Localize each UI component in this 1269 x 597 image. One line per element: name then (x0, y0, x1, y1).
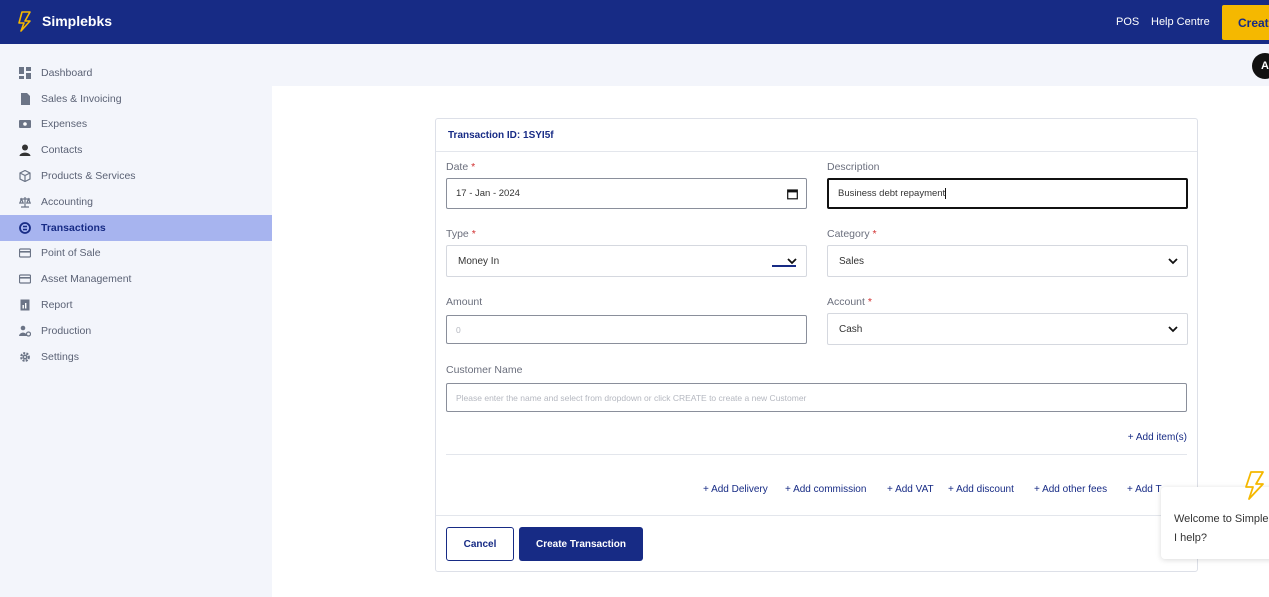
type-select[interactable]: Money In (446, 245, 807, 277)
sidebar-item-label: Production (41, 324, 92, 337)
box-icon (19, 170, 31, 183)
gear-icon (19, 351, 31, 363)
top-bar: Simplebks POS Help Centre Creat (0, 0, 1269, 44)
amount-label: Amount (446, 296, 483, 308)
category-select[interactable]: Sales (827, 245, 1188, 277)
description-value: Business debt repayment (838, 188, 946, 199)
account-select[interactable]: Cash (827, 313, 1188, 345)
transactions-icon (19, 221, 31, 234)
date-input[interactable]: 17 - Jan - 2024 (446, 178, 807, 209)
sidebar-item-label: Report (41, 299, 73, 312)
transaction-id: Transaction ID: 1SYI5f (436, 119, 1197, 152)
sidebar-item-label: Accounting (41, 195, 93, 208)
type-value: Money In (458, 255, 500, 267)
chat-message-line: I help? (1174, 532, 1208, 544)
document-icon (19, 92, 31, 105)
scale-icon (19, 196, 31, 208)
sidebar-item-label: Expenses (41, 118, 88, 131)
sidebar-item-transactions[interactable]: Transactions (0, 214, 272, 241)
text-cursor (945, 188, 947, 199)
date-label: Date * (446, 161, 476, 173)
transaction-form-card: Transaction ID: 1SYI5f Date * 17 - Jan -… (435, 118, 1198, 572)
add-commission-link[interactable]: + Add commission (785, 484, 866, 495)
sidebar-item-production[interactable]: Production (0, 318, 272, 344)
footer-divider (436, 515, 1197, 516)
sidebar-item-label: Settings (41, 350, 79, 363)
brand-logo[interactable]: Simplebks (16, 10, 112, 32)
customer-name-input[interactable]: Please enter the name and select from dr… (446, 383, 1187, 412)
card-icon (19, 273, 31, 285)
required-mark: * (872, 228, 877, 240)
sidebar: Dashboard Sales & Invoicing Expenses Con… (0, 60, 272, 370)
sidebar-item-label: Dashboard (41, 66, 93, 79)
sidebar-item-report[interactable]: Report (0, 292, 272, 318)
sidebar-item-settings[interactable]: Settings (0, 344, 272, 370)
sidebar-item-label: Contacts (41, 144, 83, 157)
amount-input[interactable]: 0 (446, 315, 807, 344)
card-icon (19, 247, 31, 259)
sidebar-item-accounting[interactable]: Accounting (0, 189, 272, 215)
dashboard-icon (19, 66, 31, 79)
description-input[interactable]: Business debt repayment (827, 178, 1188, 209)
create-button[interactable]: Creat (1222, 5, 1269, 40)
add-other-fees-link[interactable]: + Add other fees (1034, 484, 1107, 495)
date-value: 17 - Jan - 2024 (456, 188, 520, 199)
add-items-link[interactable]: + Add item(s) (1128, 432, 1187, 443)
main-content: Transaction ID: 1SYI5f Date * 17 - Jan -… (272, 86, 1269, 597)
create-transaction-button[interactable]: Create Transaction (519, 527, 643, 561)
type-label: Type * (446, 228, 476, 240)
cancel-button[interactable]: Cancel (446, 527, 514, 561)
sidebar-item-label: Sales & Invoicing (41, 92, 122, 105)
sidebar-item-sales-invoicing[interactable]: Sales & Invoicing (0, 86, 272, 112)
sidebar-item-contacts[interactable]: Contacts (0, 137, 272, 163)
account-value: Cash (839, 323, 863, 335)
chat-logo-icon[interactable] (1241, 469, 1269, 501)
sidebar-item-label: Products & Services (41, 170, 136, 183)
help-centre-link[interactable]: Help Centre (1151, 16, 1210, 28)
wallet-icon (19, 118, 31, 130)
sidebar-item-asset-management[interactable]: Asset Management (0, 266, 272, 292)
required-mark: * (867, 296, 872, 308)
category-label: Category * (827, 228, 877, 240)
chevron-down-icon (787, 258, 797, 265)
report-icon (19, 299, 31, 311)
user-icon (19, 144, 31, 157)
add-discount-link[interactable]: + Add discount (948, 484, 1014, 495)
sidebar-item-products-services[interactable]: Products & Services (0, 163, 272, 189)
chat-message-line: Welcome to Simple (1174, 513, 1269, 525)
calendar-icon[interactable] (787, 188, 798, 199)
sidebar-item-label: Asset Management (41, 273, 132, 286)
add-delivery-link[interactable]: + Add Delivery (703, 484, 768, 495)
chevron-down-icon (1168, 258, 1178, 265)
divider (446, 454, 1187, 455)
logo-icon (18, 11, 31, 32)
category-value: Sales (839, 255, 865, 267)
sidebar-item-expenses[interactable]: Expenses (0, 112, 272, 138)
sidebar-item-point-of-sale[interactable]: Point of Sale (0, 241, 272, 267)
avatar[interactable]: A (1252, 53, 1269, 79)
pos-link[interactable]: POS (1116, 16, 1139, 28)
customer-name-label: Customer Name (446, 364, 523, 376)
add-vat-link[interactable]: + Add VAT (887, 484, 934, 495)
description-label: Description (827, 161, 880, 173)
brand-name: Simplebks (42, 13, 113, 29)
required-mark: * (471, 228, 476, 240)
sidebar-item-label: Transactions (41, 221, 106, 234)
sidebar-item-dashboard[interactable]: Dashboard (0, 60, 272, 86)
production-icon (19, 325, 31, 337)
account-label: Account * (827, 296, 872, 308)
sidebar-item-label: Point of Sale (41, 247, 101, 260)
required-mark: * (471, 161, 476, 173)
chevron-down-icon (1168, 326, 1178, 333)
